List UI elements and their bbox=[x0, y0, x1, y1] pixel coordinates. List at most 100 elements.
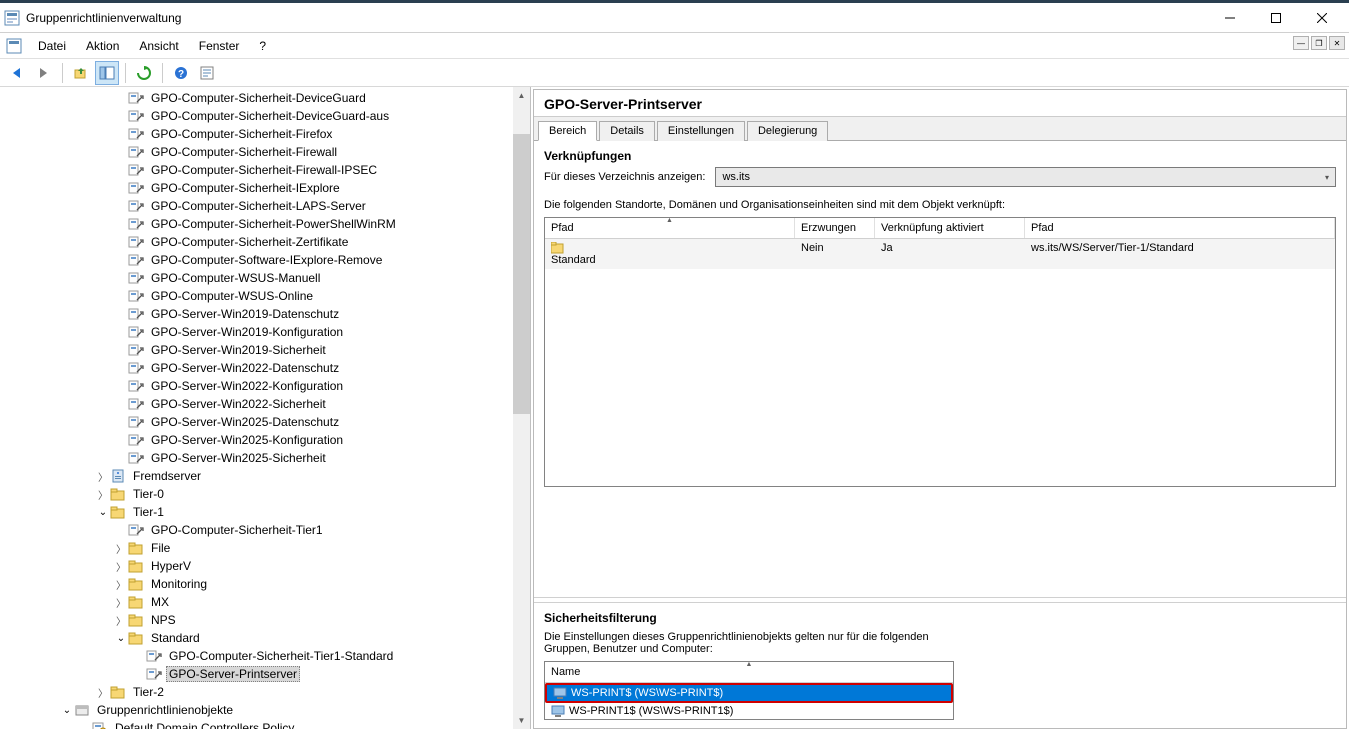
col-pfad[interactable]: ▲Pfad bbox=[545, 218, 795, 238]
gpo-link-icon bbox=[128, 144, 144, 160]
tab-bereich[interactable]: Bereich bbox=[538, 121, 597, 141]
tree-item[interactable]: GPO-Computer-Sicherheit-Tier1 bbox=[0, 521, 530, 539]
col-erzwungen[interactable]: Erzwungen bbox=[795, 218, 875, 238]
menu-help[interactable]: ? bbox=[251, 36, 274, 56]
show-tree-button[interactable] bbox=[95, 61, 119, 85]
tree-item[interactable]: 〉 File bbox=[0, 539, 530, 557]
tab-delegierung[interactable]: Delegierung bbox=[747, 121, 828, 141]
tree-item[interactable]: Default Domain Controllers Policy bbox=[0, 719, 530, 729]
expand-icon[interactable]: 〉 bbox=[96, 487, 110, 502]
tree-label: GPO-Computer-Sicherheit-Tier1-Standard bbox=[166, 648, 396, 664]
col-fullpfad[interactable]: Pfad bbox=[1025, 218, 1335, 238]
expand-icon[interactable]: 〉 bbox=[96, 685, 110, 700]
menu-ansicht[interactable]: Ansicht bbox=[131, 36, 186, 56]
app-icon bbox=[4, 10, 20, 26]
back-button[interactable] bbox=[6, 61, 30, 85]
tree-scrollbar[interactable]: ▲ ▼ bbox=[513, 87, 530, 729]
mdi-minimize[interactable]: — bbox=[1293, 36, 1309, 50]
tree-item[interactable]: GPO-Computer-Sicherheit-Tier1-Standard bbox=[0, 647, 530, 665]
tree-item[interactable]: GPO-Computer-Sicherheit-LAPS-Server bbox=[0, 197, 530, 215]
tree-item[interactable]: 〉 Monitoring bbox=[0, 575, 530, 593]
up-button[interactable] bbox=[69, 61, 93, 85]
tree-label: Monitoring bbox=[148, 576, 210, 592]
security-item[interactable]: WS-PRINT$ (WS\WS-PRINT$) bbox=[547, 685, 951, 701]
tree-item[interactable]: 〉 Tier-2 bbox=[0, 683, 530, 701]
tree-item[interactable]: GPO-Server-Win2025-Sicherheit bbox=[0, 449, 530, 467]
gpo-link-icon bbox=[128, 432, 144, 448]
tree-item[interactable]: GPO-Server-Win2022-Sicherheit bbox=[0, 395, 530, 413]
tree-item[interactable]: GPO-Computer-Sicherheit-DeviceGuard bbox=[0, 89, 530, 107]
tree-label: Tier-2 bbox=[130, 684, 167, 700]
tree-item[interactable]: 〉MX bbox=[0, 593, 530, 611]
tree-item[interactable]: GPO-Server-Win2022-Datenschutz bbox=[0, 359, 530, 377]
tree-item[interactable]: 〉NPS bbox=[0, 611, 530, 629]
links-desc: Die folgenden Standorte, Domänen und Org… bbox=[544, 199, 1336, 211]
tree-item-selected[interactable]: GPO-Server-Printserver bbox=[0, 665, 530, 683]
tree-item[interactable]: GPO-Computer-WSUS-Manuell bbox=[0, 269, 530, 287]
ou-icon bbox=[128, 576, 144, 592]
collapse-icon[interactable]: ⌄ bbox=[96, 507, 110, 518]
tree-item[interactable]: GPO-Server-Win2025-Konfiguration bbox=[0, 431, 530, 449]
expand-icon[interactable]: 〉 bbox=[114, 613, 128, 628]
tree-item[interactable]: GPO-Server-Win2019-Konfiguration bbox=[0, 323, 530, 341]
tree-item[interactable]: GPO-Server-Win2019-Sicherheit bbox=[0, 341, 530, 359]
tree-item[interactable]: GPO-Server-Win2025-Datenschutz bbox=[0, 413, 530, 431]
tree-item[interactable]: GPO-Computer-WSUS-Online bbox=[0, 287, 530, 305]
links-row[interactable]: Standard Nein Ja ws.its/WS/Server/Tier-1… bbox=[545, 239, 1335, 269]
tree-item[interactable]: GPO-Computer-Sicherheit-Firewall bbox=[0, 143, 530, 161]
tree-item[interactable]: ⌄Standard bbox=[0, 629, 530, 647]
tree-label: GPO-Computer-Sicherheit-Zertifikate bbox=[148, 234, 351, 250]
tree-item[interactable]: ⌄Tier-1 bbox=[0, 503, 530, 521]
minimize-button[interactable] bbox=[1207, 3, 1253, 33]
tree-item[interactable]: 〉HyperV bbox=[0, 557, 530, 575]
refresh-button[interactable] bbox=[132, 61, 156, 85]
tree-item[interactable]: GPO-Server-Win2022-Konfiguration bbox=[0, 377, 530, 395]
tree-item[interactable]: GPO-Computer-Sicherheit-Zertifikate bbox=[0, 233, 530, 251]
tree-item[interactable]: GPO-Computer-Software-IExplore-Remove bbox=[0, 251, 530, 269]
maximize-button[interactable] bbox=[1253, 3, 1299, 33]
close-button[interactable] bbox=[1299, 3, 1345, 33]
gpo-link-icon bbox=[128, 270, 144, 286]
tree-label: Default Domain Controllers Policy bbox=[112, 720, 297, 729]
tree-label: File bbox=[148, 540, 173, 556]
collapse-icon[interactable]: ⌄ bbox=[114, 633, 128, 644]
tab-einstellungen[interactable]: Einstellungen bbox=[657, 121, 745, 141]
properties-button[interactable] bbox=[195, 61, 219, 85]
tree-item[interactable]: GPO-Computer-Sicherheit-Firewall-IPSEC bbox=[0, 161, 530, 179]
security-list[interactable]: Name ▲ WS-PRINT$ (WS\WS-PRINT$) WS-PRINT… bbox=[544, 661, 954, 720]
mmc-icon bbox=[6, 38, 22, 54]
forward-button[interactable] bbox=[32, 61, 56, 85]
menu-aktion[interactable]: Aktion bbox=[78, 36, 127, 56]
tree-item[interactable]: GPO-Server-Win2019-Datenschutz bbox=[0, 305, 530, 323]
tree-item[interactable]: GPO-Computer-Sicherheit-IExplore bbox=[0, 179, 530, 197]
tree-item[interactable]: ⌄Gruppenrichtlinienobjekte bbox=[0, 701, 530, 719]
col-name[interactable]: Name bbox=[551, 666, 580, 678]
menu-datei[interactable]: Datei bbox=[30, 36, 74, 56]
tree-item[interactable]: GPO-Computer-Sicherheit-DeviceGuard-aus bbox=[0, 107, 530, 125]
chevron-down-icon: ▾ bbox=[1325, 173, 1329, 182]
expand-icon[interactable]: 〉 bbox=[114, 595, 128, 610]
tree-label: GPO-Server-Win2022-Datenschutz bbox=[148, 360, 342, 376]
expand-icon[interactable]: 〉 bbox=[114, 577, 128, 592]
tree-item[interactable]: GPO-Computer-Sicherheit-PowerShellWinRM bbox=[0, 215, 530, 233]
tree-label: GPO-Computer-WSUS-Manuell bbox=[148, 270, 323, 286]
tree-item[interactable]: GPO-Computer-Sicherheit-Firefox bbox=[0, 125, 530, 143]
menu-fenster[interactable]: Fenster bbox=[191, 36, 248, 56]
security-item[interactable]: WS-PRINT1$ (WS\WS-PRINT1$) bbox=[545, 703, 953, 719]
tree-label: GPO-Computer-Sicherheit-Firefox bbox=[148, 126, 335, 142]
mdi-close[interactable]: ✕ bbox=[1329, 36, 1345, 50]
window-title: Gruppenrichtlinienverwaltung bbox=[26, 11, 1207, 25]
expand-icon[interactable]: 〉 bbox=[114, 541, 128, 556]
tree-item[interactable]: 〉Fremdserver bbox=[0, 467, 530, 485]
tab-details[interactable]: Details bbox=[599, 121, 655, 141]
collapse-icon[interactable]: ⌄ bbox=[60, 705, 74, 716]
directory-combo[interactable]: ws.its ▾ bbox=[715, 167, 1336, 187]
expand-icon[interactable]: 〉 bbox=[96, 469, 110, 484]
mdi-restore[interactable]: ❐ bbox=[1311, 36, 1327, 50]
tree-item[interactable]: 〉Tier-0 bbox=[0, 485, 530, 503]
help-button[interactable]: ? bbox=[169, 61, 193, 85]
col-aktiviert[interactable]: Verknüpfung aktiviert bbox=[875, 218, 1025, 238]
tree-label: GPO-Computer-Sicherheit-Tier1 bbox=[148, 522, 326, 538]
links-grid[interactable]: ▲Pfad Erzwungen Verknüpfung aktiviert Pf… bbox=[544, 217, 1336, 487]
expand-icon[interactable]: 〉 bbox=[114, 559, 128, 574]
